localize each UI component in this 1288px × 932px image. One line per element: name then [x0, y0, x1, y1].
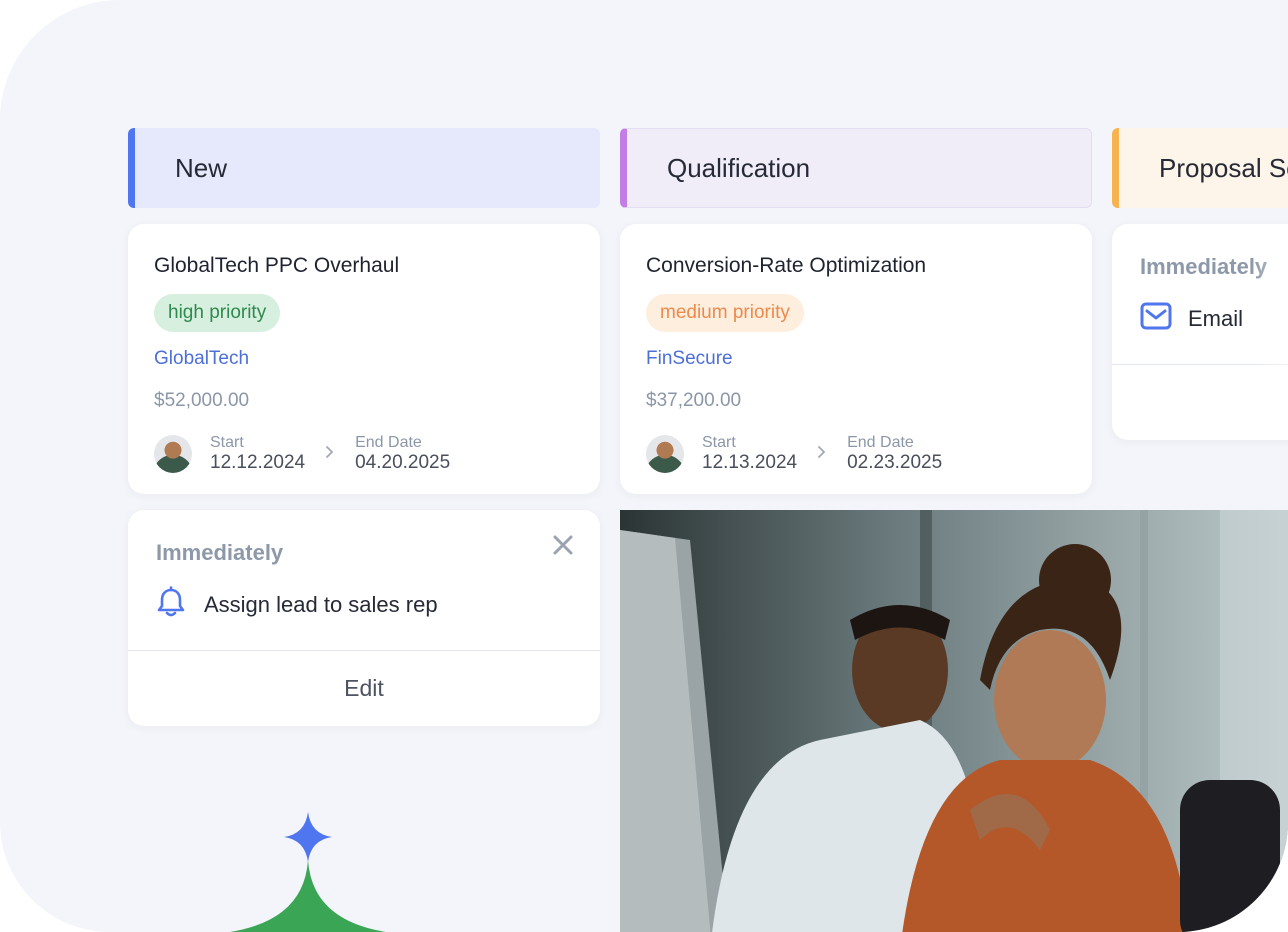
mail-icon — [1140, 302, 1172, 335]
start-date-block: Start 12.12.2024 — [210, 434, 305, 474]
close-icon[interactable] — [552, 532, 574, 562]
action-text: Email — [1188, 305, 1244, 331]
column-title: Proposal Se — [1159, 152, 1288, 183]
end-label: End Date — [355, 434, 422, 451]
start-date: 12.12.2024 — [210, 452, 306, 473]
automation-card[interactable]: Immediately Assign lead to sales rep Edi… — [128, 510, 600, 726]
column-header-qualification[interactable]: Qualification — [620, 128, 1092, 208]
deal-dates: Start 12.12.2024 End Date 04.20.2025 — [154, 434, 450, 474]
chevron-right-icon — [817, 444, 829, 465]
end-label: End Date — [847, 434, 914, 451]
deal-amount: $37,200.00 — [646, 390, 742, 411]
timing-label: Immediately — [1140, 254, 1268, 279]
automation-card[interactable]: Immediately Email — [1112, 224, 1288, 440]
action-row: Assign lead to sales rep — [156, 586, 438, 623]
priority-badge: high priority — [154, 294, 281, 332]
team-photo — [620, 510, 1288, 932]
deal-dates: Start 12.13.2024 End Date 02.23.2025 — [646, 434, 942, 474]
chevron-right-icon — [325, 444, 337, 465]
end-date-block: End Date 02.23.2025 — [847, 434, 942, 474]
priority-badge: medium priority — [646, 294, 804, 332]
action-text: Assign lead to sales rep — [204, 591, 438, 617]
sparkle-icon — [284, 812, 332, 862]
company-link[interactable]: FinSecure — [646, 346, 1066, 372]
column-header-proposal[interactable]: Proposal Se — [1112, 128, 1288, 208]
action-row: Email — [1140, 302, 1243, 335]
deal-title: GlobalTech PPC Overhaul — [154, 254, 400, 277]
kanban-board: New Qualification Proposal Se GlobalTech… — [0, 0, 1288, 932]
deal-amount: $52,000.00 — [154, 390, 250, 411]
end-date: 04.20.2025 — [355, 452, 451, 473]
edit-button[interactable]: Edit — [128, 651, 600, 726]
end-date-block: End Date 04.20.2025 — [355, 434, 450, 474]
avatar[interactable] — [154, 435, 192, 473]
green-shape — [230, 860, 386, 932]
deal-card[interactable]: GlobalTech PPC Overhaul high priority Gl… — [128, 224, 600, 494]
start-label: Start — [210, 434, 244, 451]
column-header-new[interactable]: New — [128, 128, 600, 208]
bell-icon — [156, 586, 186, 623]
company-link[interactable]: GlobalTech — [154, 346, 574, 372]
avatar[interactable] — [646, 435, 684, 473]
timing-label: Immediately — [156, 540, 284, 565]
column-title: Qualification — [667, 152, 811, 183]
edge-fade — [1252, 224, 1288, 440]
start-label: Start — [702, 434, 736, 451]
column-title: New — [175, 152, 228, 183]
start-date: 12.13.2024 — [702, 452, 798, 473]
deal-title: Conversion-Rate Optimization — [646, 254, 927, 277]
start-date-block: Start 12.13.2024 — [702, 434, 797, 474]
end-date: 02.23.2025 — [847, 452, 943, 473]
deal-card[interactable]: Conversion-Rate Optimization medium prio… — [620, 224, 1092, 494]
